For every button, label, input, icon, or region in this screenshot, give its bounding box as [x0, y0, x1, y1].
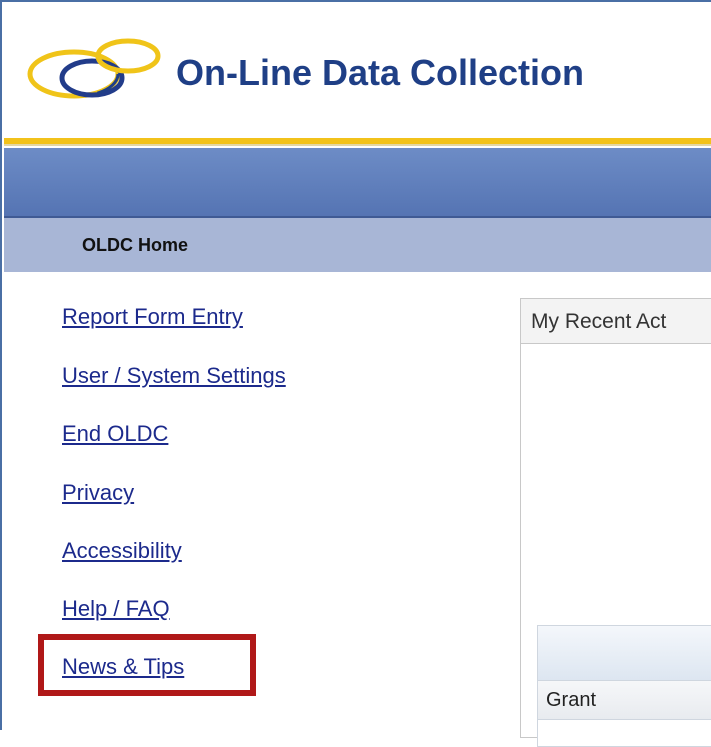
top-nav-bar [4, 148, 711, 218]
header-gold-rule-shadow [4, 144, 711, 146]
news-tips-highlight [38, 634, 256, 696]
app-title: On-Line Data Collection [176, 52, 585, 93]
recent-activity-grid: Grant [537, 625, 711, 747]
panel-title: My Recent Act [531, 310, 667, 333]
header: On-Line Data Collection [4, 4, 711, 142]
sidebar-item-report-form-entry[interactable]: Report Form Entry [62, 304, 243, 330]
sidebar-item-help-faq[interactable]: Help / FAQ [62, 596, 170, 622]
grid-column-header-grant[interactable]: Grant [538, 681, 711, 720]
sidebar-item-accessibility[interactable]: Accessibility [62, 538, 182, 564]
panel-header: My Recent Act [521, 299, 711, 344]
column-header-label: Grant [546, 689, 597, 711]
sidebar-item-end-oldc[interactable]: End OLDC [62, 421, 168, 447]
recent-activity-panel: My Recent Act Grant [520, 298, 711, 747]
grid-toolbar [538, 626, 711, 681]
app-window: On-Line Data Collection OLDC Home Report… [0, 0, 711, 747]
page-title: OLDC Home [82, 235, 189, 255]
subnav-bar: OLDC Home [4, 218, 711, 272]
sidebar-item-user-system-settings[interactable]: User / System Settings [62, 363, 286, 389]
overlapping-rings-logo-icon [27, 38, 161, 99]
sidebar-item-privacy[interactable]: Privacy [62, 480, 134, 506]
